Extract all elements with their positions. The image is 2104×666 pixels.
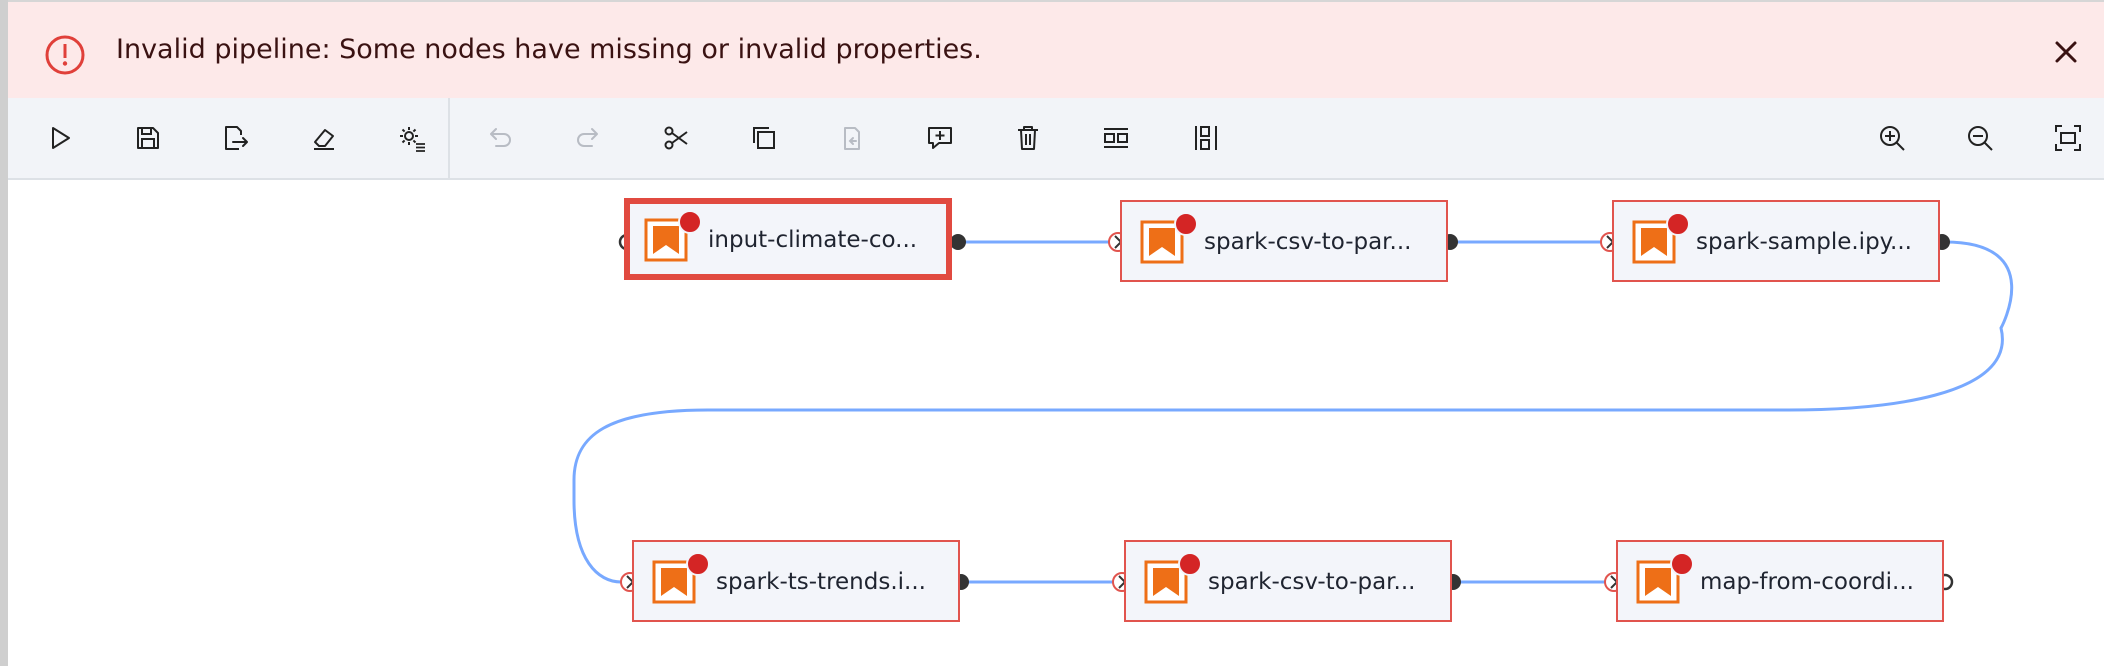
arrange-horizontal-button[interactable] bbox=[1094, 116, 1138, 160]
pipeline-toolbar bbox=[8, 98, 2104, 180]
zoom-in-button[interactable] bbox=[1870, 116, 1914, 160]
zoom-out-button[interactable] bbox=[1958, 116, 2002, 160]
error-status-dot bbox=[686, 552, 710, 576]
zoom-out-icon bbox=[1968, 126, 1993, 151]
pipeline-node[interactable]: spark-ts-trends.i... bbox=[632, 540, 960, 622]
arrange-vertical-icon bbox=[1195, 126, 1217, 150]
paste-button[interactable] bbox=[830, 116, 874, 160]
undo-icon bbox=[490, 128, 511, 147]
cut-button[interactable] bbox=[654, 116, 698, 160]
error-status-dot bbox=[1666, 212, 1690, 236]
add-comment-button[interactable] bbox=[918, 116, 962, 160]
node-label: input-climate-co... bbox=[708, 227, 918, 253]
runtimes-settings-button[interactable] bbox=[390, 116, 434, 160]
clear-pipeline-button[interactable] bbox=[302, 116, 346, 160]
error-status-dot bbox=[1178, 552, 1202, 576]
error-status-dot bbox=[678, 210, 702, 234]
play-icon bbox=[52, 127, 70, 149]
add-comment-icon bbox=[928, 127, 952, 149]
node-label: spark-csv-to-par... bbox=[1208, 569, 1416, 595]
zoom-in-icon bbox=[1880, 126, 1905, 151]
eraser-icon bbox=[314, 129, 334, 150]
run-pipeline-button[interactable] bbox=[38, 116, 82, 160]
output-port[interactable] bbox=[950, 234, 966, 250]
copy-button[interactable] bbox=[742, 116, 786, 160]
pipeline-canvas[interactable]: input-climate-co... spark-csv-to-par... … bbox=[8, 180, 2104, 666]
pipeline-node[interactable]: spark-sample.ipy... bbox=[1612, 200, 1940, 282]
node-label: spark-sample.ipy... bbox=[1696, 229, 1912, 255]
cut-icon bbox=[664, 126, 688, 150]
node-label: map-from-coordi... bbox=[1700, 569, 1914, 595]
trash-icon bbox=[1018, 126, 1038, 150]
error-status-dot bbox=[1670, 552, 1694, 576]
error-circle-icon bbox=[45, 35, 85, 75]
error-message: Invalid pipeline: Some nodes have missin… bbox=[116, 34, 982, 65]
redo-button[interactable] bbox=[566, 116, 610, 160]
save-pipeline-button[interactable] bbox=[126, 116, 170, 160]
close-icon[interactable] bbox=[2052, 38, 2080, 66]
fit-to-screen-icon bbox=[2055, 125, 2081, 151]
undo-button[interactable] bbox=[478, 116, 522, 160]
pipeline-node[interactable]: spark-csv-to-par... bbox=[1120, 200, 1448, 282]
node-label: spark-csv-to-par... bbox=[1204, 229, 1412, 255]
save-icon bbox=[137, 127, 159, 149]
settings-list-icon bbox=[400, 127, 425, 152]
pipeline-node[interactable]: input-climate-co... bbox=[624, 198, 952, 280]
copy-icon bbox=[753, 127, 775, 149]
delete-button[interactable] bbox=[1006, 116, 1050, 160]
pipeline-link[interactable] bbox=[572, 240, 2014, 584]
pipeline-node[interactable]: map-from-coordi... bbox=[1616, 540, 1944, 622]
window-left-edge bbox=[0, 0, 8, 666]
paste-icon bbox=[844, 127, 860, 150]
redo-icon bbox=[577, 128, 598, 147]
error-notification-banner: Invalid pipeline: Some nodes have missin… bbox=[8, 2, 2104, 98]
node-label: spark-ts-trends.i... bbox=[716, 569, 926, 595]
export-icon bbox=[225, 126, 248, 150]
pipeline-node[interactable]: spark-csv-to-par... bbox=[1124, 540, 1452, 622]
arrange-horizontal-icon bbox=[1104, 128, 1128, 148]
fit-to-screen-button[interactable] bbox=[2046, 116, 2090, 160]
toolbar-separator bbox=[448, 98, 450, 178]
error-status-dot bbox=[1174, 212, 1198, 236]
arrange-vertical-button[interactable] bbox=[1184, 116, 1228, 160]
export-pipeline-button[interactable] bbox=[213, 116, 257, 160]
